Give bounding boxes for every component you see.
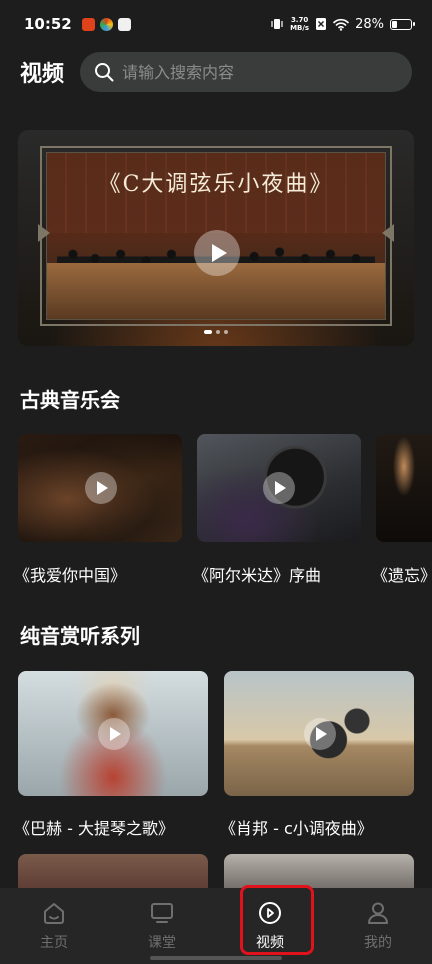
video-title[interactable]: 《巴赫 - 大提琴之歌》: [14, 815, 174, 839]
nav-item-profile[interactable]: 我的: [324, 888, 432, 964]
home-icon: [44, 903, 64, 924]
nav-item-classroom[interactable]: 课堂: [108, 888, 216, 964]
home-indicator[interactable]: [150, 956, 282, 960]
featured-banner[interactable]: 《C大调弦乐小夜曲》: [18, 130, 414, 346]
nav-label: 主页: [40, 935, 68, 951]
bottom-navigation: 主页 课堂 视频 我的: [0, 888, 432, 964]
video-thumbnail[interactable]: [18, 434, 182, 542]
play-button[interactable]: [85, 472, 117, 504]
section-title-pure-music: 纯音赏听系列: [20, 624, 140, 648]
status-time: 10:52: [24, 15, 72, 33]
banner-title: 《C大调弦乐小夜曲》: [98, 172, 334, 197]
play-icon: [275, 481, 286, 495]
video-thumbnail[interactable]: [376, 434, 432, 542]
video-thumbnail[interactable]: [224, 671, 414, 796]
status-indicators: 3.70 MB/s 28%: [270, 16, 415, 32]
play-icon: [97, 481, 108, 495]
play-icon: [110, 727, 121, 741]
nav-label: 课堂: [148, 935, 176, 951]
section-title-classical: 古典音乐会: [20, 388, 120, 412]
video-title[interactable]: 《肖邦 - c小调夜曲》: [220, 815, 373, 839]
search-icon: [95, 63, 114, 82]
app-notification-icon: [81, 17, 95, 31]
video-title[interactable]: 《遗忘》: [372, 562, 432, 586]
carousel-dot: [216, 330, 220, 334]
banner-play-button[interactable]: [194, 230, 240, 276]
play-icon: [316, 727, 327, 741]
video-thumbnail[interactable]: [197, 434, 361, 542]
battery-icon: [390, 18, 415, 30]
header: 视频: [20, 52, 412, 92]
message-notification-icon: [117, 17, 131, 31]
person-icon: [368, 902, 388, 924]
vibrate-icon: [271, 19, 283, 29]
video-title[interactable]: 《阿尔米达》序曲: [193, 562, 321, 586]
play-button[interactable]: [263, 472, 295, 504]
wifi-icon: [333, 18, 349, 31]
battery-percent: 28%: [355, 16, 384, 32]
carousel-dot: [204, 330, 212, 334]
video-thumbnail[interactable]: [18, 671, 208, 796]
carousel-indicator: [18, 330, 414, 334]
app-notification-icon: [99, 17, 113, 31]
active-nav-highlight: [240, 885, 314, 955]
net-speed: 3.70 MB/s: [290, 16, 310, 32]
status-app-icons: [81, 17, 131, 31]
play-button[interactable]: [304, 718, 336, 750]
page-title: 视频: [20, 62, 65, 87]
video-title[interactable]: 《我爱你中国》: [14, 562, 126, 586]
search-input[interactable]: [122, 62, 398, 82]
sim-off-icon: [316, 18, 327, 30]
nav-item-home[interactable]: 主页: [0, 888, 108, 964]
nav-label: 我的: [364, 935, 392, 951]
play-button[interactable]: [98, 718, 130, 750]
carousel-dot: [224, 330, 228, 334]
status-bar: 10:52 3.70 MB/s 28%: [0, 0, 432, 48]
search-bar[interactable]: [80, 52, 412, 92]
tv-icon: [151, 903, 173, 923]
play-icon: [211, 244, 227, 262]
